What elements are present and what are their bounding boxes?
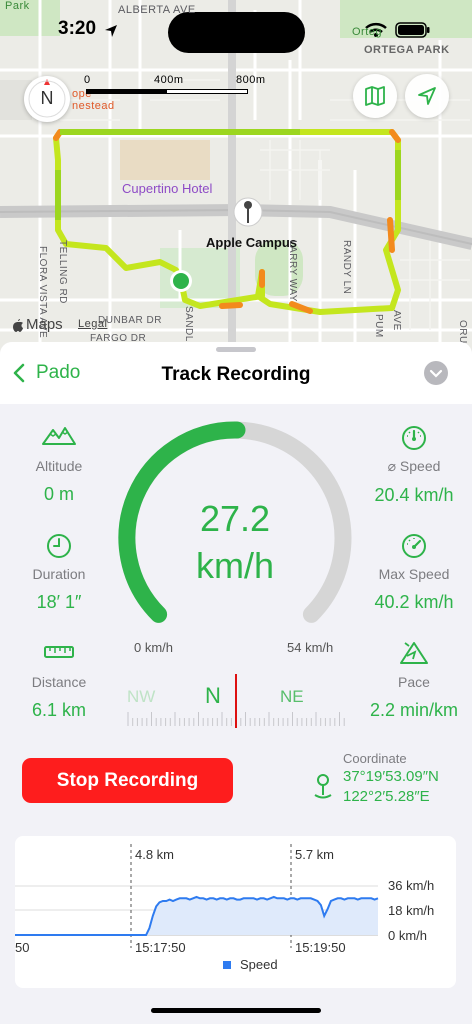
gauge-max-label: 54 km/h (287, 640, 334, 655)
map-style-button[interactable] (353, 74, 397, 118)
collapse-button[interactable] (424, 361, 448, 385)
distance-value: 6.1 km (31, 700, 87, 720)
speedometer-max-icon (402, 534, 426, 558)
map-label-campus: Apple Campus (206, 235, 298, 250)
pace-icon (400, 642, 428, 664)
stop-recording-button[interactable]: Stop Recording (22, 758, 233, 803)
sheet-title: Track Recording (161, 364, 311, 385)
apple-logo-icon (13, 318, 23, 332)
location-pin-icon (314, 774, 332, 799)
gauge-min-label: 0 km/h (134, 640, 174, 655)
heading-tape: NW N NE (120, 672, 350, 732)
metric-altitude: Altitude 0 m (0, 424, 119, 505)
scale-label-400: 400m (154, 74, 184, 86)
apple-maps-logo: Maps (12, 316, 63, 333)
dynamic-island (168, 12, 305, 53)
map-scale: 0 400m 800m (84, 74, 265, 96)
status-time: 3:20 (58, 18, 97, 39)
pace-label: Pace (398, 674, 430, 690)
scale-label-800: 800m (236, 74, 266, 86)
legend-swatch (223, 960, 231, 969)
map-label-larry: LARRY WAY (287, 240, 298, 302)
avg-speed-value: 20.4 km/h (374, 485, 454, 505)
sheet-header: Pado Track Recording (0, 342, 472, 404)
metric-pace: Pace 2.2 min/km (354, 640, 472, 721)
compass-letter: N (40, 88, 54, 108)
map-label-ortega-short: Orteg (352, 26, 383, 38)
map-label-dunbar: DUNBAR DR (98, 315, 162, 326)
speedometer-icon (402, 426, 426, 450)
legal-link[interactable]: Legal (78, 318, 107, 330)
home-indicator (151, 1008, 321, 1013)
metric-avg-speed: ⌀ Speed 20.4 km/h (354, 424, 472, 506)
heading-n: N (205, 683, 221, 708)
marker-label-1: 4.8 km (135, 847, 175, 862)
map-label-park-top: Park (5, 0, 30, 12)
map-label-alberta: ALBERTA AVE (118, 4, 196, 16)
map-label-pum: PUM (373, 314, 384, 338)
max-speed-value: 40.2 km/h (374, 592, 454, 612)
map-label-hotel: Cupertino Hotel (122, 181, 213, 196)
metric-duration: Duration 18′ 1″ (0, 532, 119, 613)
mountain-icon (42, 427, 76, 445)
distance-label: Distance (31, 674, 87, 690)
heading-ne: NE (280, 687, 304, 706)
y-tick-36: 36 km/h (388, 878, 435, 893)
x-tick-2: 15:17:50 (135, 940, 186, 955)
coordinate-label: Coordinate (343, 751, 407, 766)
clock-icon (47, 534, 71, 558)
map-label-oru: ORU (457, 320, 468, 344)
chart-legend: Speed (223, 957, 278, 972)
legend-label: Speed (240, 957, 278, 972)
chevron-down-icon (429, 369, 443, 378)
map-compass[interactable]: N (24, 76, 70, 122)
map-label-sandl: SANDL (183, 306, 194, 342)
sheet-grabber[interactable] (216, 347, 256, 352)
gauge-value: 27.2 (199, 498, 271, 539)
marker-label-2: 5.7 km (295, 847, 335, 862)
y-tick-0: 0 km/h (388, 928, 428, 943)
recording-sheet: Pado Track Recording Altitude 0 m Durati… (0, 342, 472, 1024)
map-label-tilling: TELLING RD (57, 240, 68, 304)
duration-value: 18′ 1″ (36, 592, 82, 612)
max-speed-label: Max Speed (378, 566, 450, 582)
x-tick-3: 15:19:50 (295, 940, 346, 955)
gauge-unit: km/h (195, 545, 274, 586)
altitude-label: Altitude (35, 458, 83, 474)
speed-chart[interactable]: 4.8 km 5.7 km 36 km/h 18 km/h 0 km/h 50 … (15, 836, 456, 988)
map-label-homestead-2: nestead (72, 100, 115, 112)
map-view[interactable]: 3:20 ALBERTA AVE Park ORTEGA PARK Orteg … (0, 0, 472, 352)
metric-max-speed: Max Speed 40.2 km/h (354, 532, 472, 613)
x-tick-1: 50 (15, 940, 30, 955)
scale-label-0: 0 (84, 74, 91, 86)
y-tick-18: 18 km/h (388, 903, 435, 918)
location-arrow-icon (105, 25, 117, 37)
pace-value: 2.2 min/km (369, 700, 459, 720)
battery-icon (395, 22, 430, 38)
locate-button[interactable] (405, 74, 449, 118)
metric-distance: Distance 6.1 km (0, 640, 119, 721)
map-label-randy: RANDY LN (341, 240, 352, 295)
coordinate-lat: 37°19′53.09″N (343, 768, 439, 785)
map-label-ave: AVE (391, 310, 402, 331)
map-label-ortega-park: ORTEGA PARK (364, 44, 450, 56)
map-icon (365, 86, 385, 106)
maps-wordmark: Maps (26, 316, 63, 333)
duration-label: Duration (32, 566, 86, 582)
altitude-value: 0 m (43, 484, 74, 504)
location-arrow-outline-icon (418, 87, 436, 105)
heading-nw: NW (127, 687, 156, 706)
ruler-icon (44, 646, 74, 658)
coordinate-lon: 122°2′5.28″E (343, 788, 430, 805)
avg-speed-label: ⌀ Speed (387, 458, 441, 474)
